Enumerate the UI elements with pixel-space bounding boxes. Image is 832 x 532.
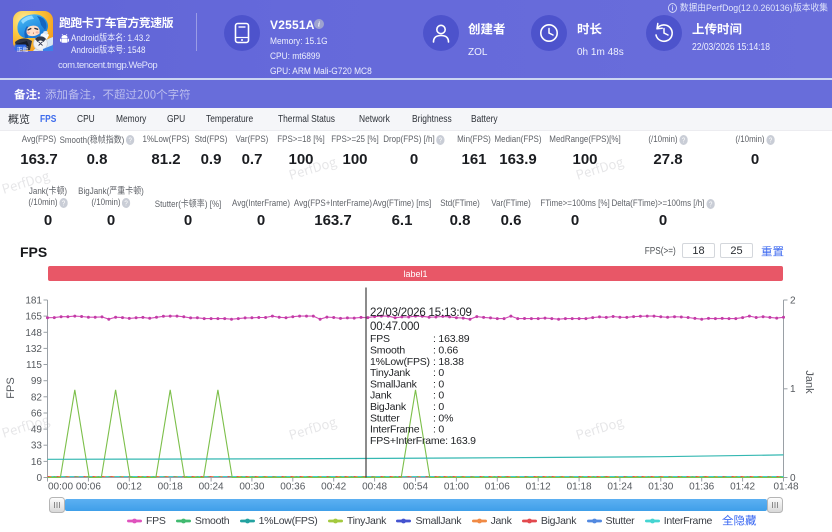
svg-text:00:12: 00:12 (117, 482, 142, 493)
svg-text:165: 165 (25, 312, 42, 323)
svg-text:00:47.000: 00:47.000 (370, 321, 419, 333)
svg-text:00:48: 00:48 (362, 482, 387, 493)
svg-text:01:18: 01:18 (567, 482, 592, 493)
svg-text:148: 148 (25, 328, 42, 339)
svg-text:01:36: 01:36 (689, 482, 714, 493)
svg-text:: 18.38: : 18.38 (433, 356, 464, 368)
svg-text:00:36: 00:36 (280, 482, 305, 493)
svg-text:FPS+InterFrame: 163.9: FPS+InterFrame: 163.9 (370, 435, 476, 447)
svg-text:TinyJank: TinyJank (370, 367, 411, 379)
svg-text:00:00: 00:00 (48, 482, 73, 493)
svg-text:66: 66 (31, 409, 43, 420)
svg-text:01:42: 01:42 (730, 482, 755, 493)
svg-text:InterFrame: InterFrame (370, 424, 420, 436)
svg-text:132: 132 (25, 344, 42, 355)
svg-text:00:42: 00:42 (321, 482, 346, 493)
svg-text:Stutter: Stutter (370, 412, 400, 424)
svg-text:99: 99 (31, 376, 43, 387)
svg-text:Smooth: Smooth (370, 345, 405, 357)
svg-text:00:54: 00:54 (403, 482, 428, 493)
svg-text:2: 2 (790, 296, 796, 307)
svg-text:33: 33 (31, 441, 43, 452)
svg-text:: 0%: : 0% (433, 412, 453, 424)
svg-text:SmallJank: SmallJank (370, 378, 418, 390)
svg-text:: 0: : 0 (433, 367, 444, 379)
svg-text:01:30: 01:30 (648, 482, 673, 493)
svg-text:00:18: 00:18 (158, 482, 183, 493)
svg-text:0: 0 (36, 473, 42, 484)
svg-text:1: 1 (790, 384, 796, 395)
svg-text:FPS: FPS (5, 377, 17, 398)
svg-text:FPS: FPS (370, 333, 390, 345)
svg-text:Jank: Jank (803, 370, 815, 394)
svg-text:: 0.66: : 0.66 (433, 345, 458, 357)
svg-text:16: 16 (31, 457, 43, 468)
svg-text:: 0: : 0 (433, 390, 444, 402)
svg-text:: 0: : 0 (433, 378, 444, 390)
svg-text:00:24: 00:24 (199, 482, 224, 493)
svg-text:01:12: 01:12 (526, 482, 551, 493)
svg-text:BigJank: BigJank (370, 401, 407, 413)
svg-text:Jank: Jank (370, 390, 392, 402)
svg-text:00:06: 00:06 (76, 482, 101, 493)
svg-text:01:24: 01:24 (607, 482, 632, 493)
svg-text:01:06: 01:06 (485, 482, 510, 493)
svg-text:1%Low(FPS): 1%Low(FPS) (370, 356, 430, 368)
svg-text:115: 115 (26, 360, 42, 371)
svg-text:01:48: 01:48 (773, 482, 798, 493)
svg-text:: 0: : 0 (433, 424, 444, 436)
svg-text:: 0: : 0 (433, 401, 444, 413)
svg-text:22/03/2026 15:13:09: 22/03/2026 15:13:09 (370, 307, 472, 319)
svg-text:82: 82 (31, 392, 43, 403)
svg-text:: 163.89: : 163.89 (433, 333, 470, 345)
svg-text:01:00: 01:00 (444, 482, 469, 493)
svg-text:00:30: 00:30 (239, 482, 264, 493)
svg-text:49: 49 (31, 425, 43, 436)
svg-text:181: 181 (25, 296, 42, 307)
